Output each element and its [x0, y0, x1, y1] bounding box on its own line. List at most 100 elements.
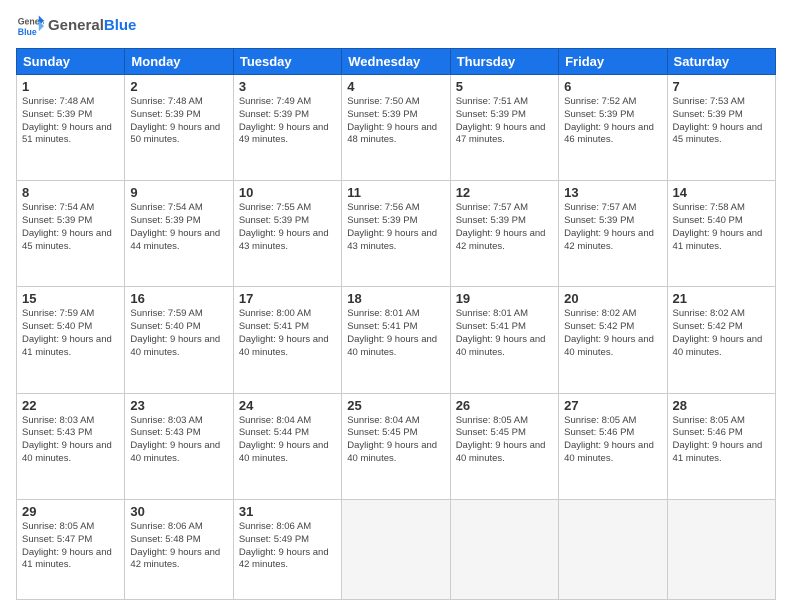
day-info: Sunrise: 7:48 AM Sunset: 5:39 PM Dayligh… — [130, 96, 227, 147]
day-cell: 30 Sunrise: 8:06 AM Sunset: 5:48 PM Dayl… — [125, 499, 233, 599]
day-cell: 15 Sunrise: 7:59 AM Sunset: 5:40 PM Dayl… — [17, 287, 125, 393]
day-number: 4 — [347, 79, 444, 94]
logo: General Blue GeneralBlue — [16, 12, 136, 40]
day-cell: 18 Sunrise: 8:01 AM Sunset: 5:41 PM Dayl… — [342, 287, 450, 393]
day-cell: 8 Sunrise: 7:54 AM Sunset: 5:39 PM Dayli… — [17, 181, 125, 287]
day-info: Sunrise: 8:05 AM Sunset: 5:46 PM Dayligh… — [564, 415, 661, 466]
day-number: 30 — [130, 504, 227, 519]
day-cell: 3 Sunrise: 7:49 AM Sunset: 5:39 PM Dayli… — [233, 75, 341, 181]
day-cell: 23 Sunrise: 8:03 AM Sunset: 5:43 PM Dayl… — [125, 393, 233, 499]
day-number: 16 — [130, 291, 227, 306]
day-info: Sunrise: 8:04 AM Sunset: 5:44 PM Dayligh… — [239, 415, 336, 466]
day-number: 8 — [22, 185, 119, 200]
day-cell: 22 Sunrise: 8:03 AM Sunset: 5:43 PM Dayl… — [17, 393, 125, 499]
day-info: Sunrise: 8:01 AM Sunset: 5:41 PM Dayligh… — [347, 308, 444, 359]
day-cell: 17 Sunrise: 8:00 AM Sunset: 5:41 PM Dayl… — [233, 287, 341, 393]
day-info: Sunrise: 8:03 AM Sunset: 5:43 PM Dayligh… — [130, 415, 227, 466]
day-info: Sunrise: 7:50 AM Sunset: 5:39 PM Dayligh… — [347, 96, 444, 147]
day-number: 26 — [456, 398, 553, 413]
day-info: Sunrise: 7:59 AM Sunset: 5:40 PM Dayligh… — [22, 308, 119, 359]
day-cell: 25 Sunrise: 8:04 AM Sunset: 5:45 PM Dayl… — [342, 393, 450, 499]
day-number: 9 — [130, 185, 227, 200]
day-info: Sunrise: 8:06 AM Sunset: 5:49 PM Dayligh… — [239, 521, 336, 572]
day-cell: 26 Sunrise: 8:05 AM Sunset: 5:45 PM Dayl… — [450, 393, 558, 499]
day-cell: 1 Sunrise: 7:48 AM Sunset: 5:39 PM Dayli… — [17, 75, 125, 181]
day-cell: 28 Sunrise: 8:05 AM Sunset: 5:46 PM Dayl… — [667, 393, 775, 499]
page: General Blue GeneralBlue Sunday Monday T… — [0, 0, 792, 612]
day-number: 10 — [239, 185, 336, 200]
day-number: 29 — [22, 504, 119, 519]
empty-cell — [342, 499, 450, 599]
day-number: 14 — [673, 185, 770, 200]
day-info: Sunrise: 7:59 AM Sunset: 5:40 PM Dayligh… — [130, 308, 227, 359]
day-number: 15 — [22, 291, 119, 306]
day-info: Sunrise: 7:56 AM Sunset: 5:39 PM Dayligh… — [347, 202, 444, 253]
day-info: Sunrise: 8:04 AM Sunset: 5:45 PM Dayligh… — [347, 415, 444, 466]
empty-cell — [450, 499, 558, 599]
day-cell: 16 Sunrise: 7:59 AM Sunset: 5:40 PM Dayl… — [125, 287, 233, 393]
day-info: Sunrise: 7:53 AM Sunset: 5:39 PM Dayligh… — [673, 96, 770, 147]
day-cell: 14 Sunrise: 7:58 AM Sunset: 5:40 PM Dayl… — [667, 181, 775, 287]
day-info: Sunrise: 7:57 AM Sunset: 5:39 PM Dayligh… — [564, 202, 661, 253]
day-number: 1 — [22, 79, 119, 94]
calendar-week-row: 29 Sunrise: 8:05 AM Sunset: 5:47 PM Dayl… — [17, 499, 776, 599]
col-thursday: Thursday — [450, 49, 558, 75]
day-number: 24 — [239, 398, 336, 413]
day-number: 2 — [130, 79, 227, 94]
day-info: Sunrise: 7:49 AM Sunset: 5:39 PM Dayligh… — [239, 96, 336, 147]
day-info: Sunrise: 8:01 AM Sunset: 5:41 PM Dayligh… — [456, 308, 553, 359]
day-info: Sunrise: 7:58 AM Sunset: 5:40 PM Dayligh… — [673, 202, 770, 253]
calendar-week-row: 15 Sunrise: 7:59 AM Sunset: 5:40 PM Dayl… — [17, 287, 776, 393]
calendar-week-row: 8 Sunrise: 7:54 AM Sunset: 5:39 PM Dayli… — [17, 181, 776, 287]
day-number: 6 — [564, 79, 661, 94]
header: General Blue GeneralBlue — [16, 12, 776, 40]
day-info: Sunrise: 8:05 AM Sunset: 5:45 PM Dayligh… — [456, 415, 553, 466]
day-cell: 2 Sunrise: 7:48 AM Sunset: 5:39 PM Dayli… — [125, 75, 233, 181]
day-info: Sunrise: 7:54 AM Sunset: 5:39 PM Dayligh… — [22, 202, 119, 253]
day-number: 21 — [673, 291, 770, 306]
col-sunday: Sunday — [17, 49, 125, 75]
day-info: Sunrise: 8:00 AM Sunset: 5:41 PM Dayligh… — [239, 308, 336, 359]
day-cell: 10 Sunrise: 7:55 AM Sunset: 5:39 PM Dayl… — [233, 181, 341, 287]
calendar-table: Sunday Monday Tuesday Wednesday Thursday… — [16, 48, 776, 600]
day-info: Sunrise: 8:02 AM Sunset: 5:42 PM Dayligh… — [564, 308, 661, 359]
day-info: Sunrise: 8:05 AM Sunset: 5:46 PM Dayligh… — [673, 415, 770, 466]
day-number: 31 — [239, 504, 336, 519]
day-info: Sunrise: 8:05 AM Sunset: 5:47 PM Dayligh… — [22, 521, 119, 572]
day-info: Sunrise: 7:57 AM Sunset: 5:39 PM Dayligh… — [456, 202, 553, 253]
day-cell: 20 Sunrise: 8:02 AM Sunset: 5:42 PM Dayl… — [559, 287, 667, 393]
day-number: 25 — [347, 398, 444, 413]
day-cell: 31 Sunrise: 8:06 AM Sunset: 5:49 PM Dayl… — [233, 499, 341, 599]
day-number: 18 — [347, 291, 444, 306]
day-cell: 19 Sunrise: 8:01 AM Sunset: 5:41 PM Dayl… — [450, 287, 558, 393]
calendar-week-row: 1 Sunrise: 7:48 AM Sunset: 5:39 PM Dayli… — [17, 75, 776, 181]
col-friday: Friday — [559, 49, 667, 75]
day-number: 28 — [673, 398, 770, 413]
day-info: Sunrise: 7:55 AM Sunset: 5:39 PM Dayligh… — [239, 202, 336, 253]
day-cell: 9 Sunrise: 7:54 AM Sunset: 5:39 PM Dayli… — [125, 181, 233, 287]
calendar-week-row: 22 Sunrise: 8:03 AM Sunset: 5:43 PM Dayl… — [17, 393, 776, 499]
day-info: Sunrise: 8:02 AM Sunset: 5:42 PM Dayligh… — [673, 308, 770, 359]
day-info: Sunrise: 7:54 AM Sunset: 5:39 PM Dayligh… — [130, 202, 227, 253]
svg-text:Blue: Blue — [18, 27, 37, 37]
col-saturday: Saturday — [667, 49, 775, 75]
col-wednesday: Wednesday — [342, 49, 450, 75]
logo-icon: General Blue — [16, 12, 44, 40]
day-cell: 11 Sunrise: 7:56 AM Sunset: 5:39 PM Dayl… — [342, 181, 450, 287]
day-number: 23 — [130, 398, 227, 413]
day-cell: 21 Sunrise: 8:02 AM Sunset: 5:42 PM Dayl… — [667, 287, 775, 393]
day-info: Sunrise: 7:51 AM Sunset: 5:39 PM Dayligh… — [456, 96, 553, 147]
day-info: Sunrise: 7:48 AM Sunset: 5:39 PM Dayligh… — [22, 96, 119, 147]
empty-cell — [667, 499, 775, 599]
day-info: Sunrise: 7:52 AM Sunset: 5:39 PM Dayligh… — [564, 96, 661, 147]
day-number: 19 — [456, 291, 553, 306]
day-number: 12 — [456, 185, 553, 200]
day-number: 5 — [456, 79, 553, 94]
day-info: Sunrise: 8:03 AM Sunset: 5:43 PM Dayligh… — [22, 415, 119, 466]
col-tuesday: Tuesday — [233, 49, 341, 75]
day-number: 22 — [22, 398, 119, 413]
day-cell: 12 Sunrise: 7:57 AM Sunset: 5:39 PM Dayl… — [450, 181, 558, 287]
day-number: 13 — [564, 185, 661, 200]
day-cell: 4 Sunrise: 7:50 AM Sunset: 5:39 PM Dayli… — [342, 75, 450, 181]
day-number: 7 — [673, 79, 770, 94]
